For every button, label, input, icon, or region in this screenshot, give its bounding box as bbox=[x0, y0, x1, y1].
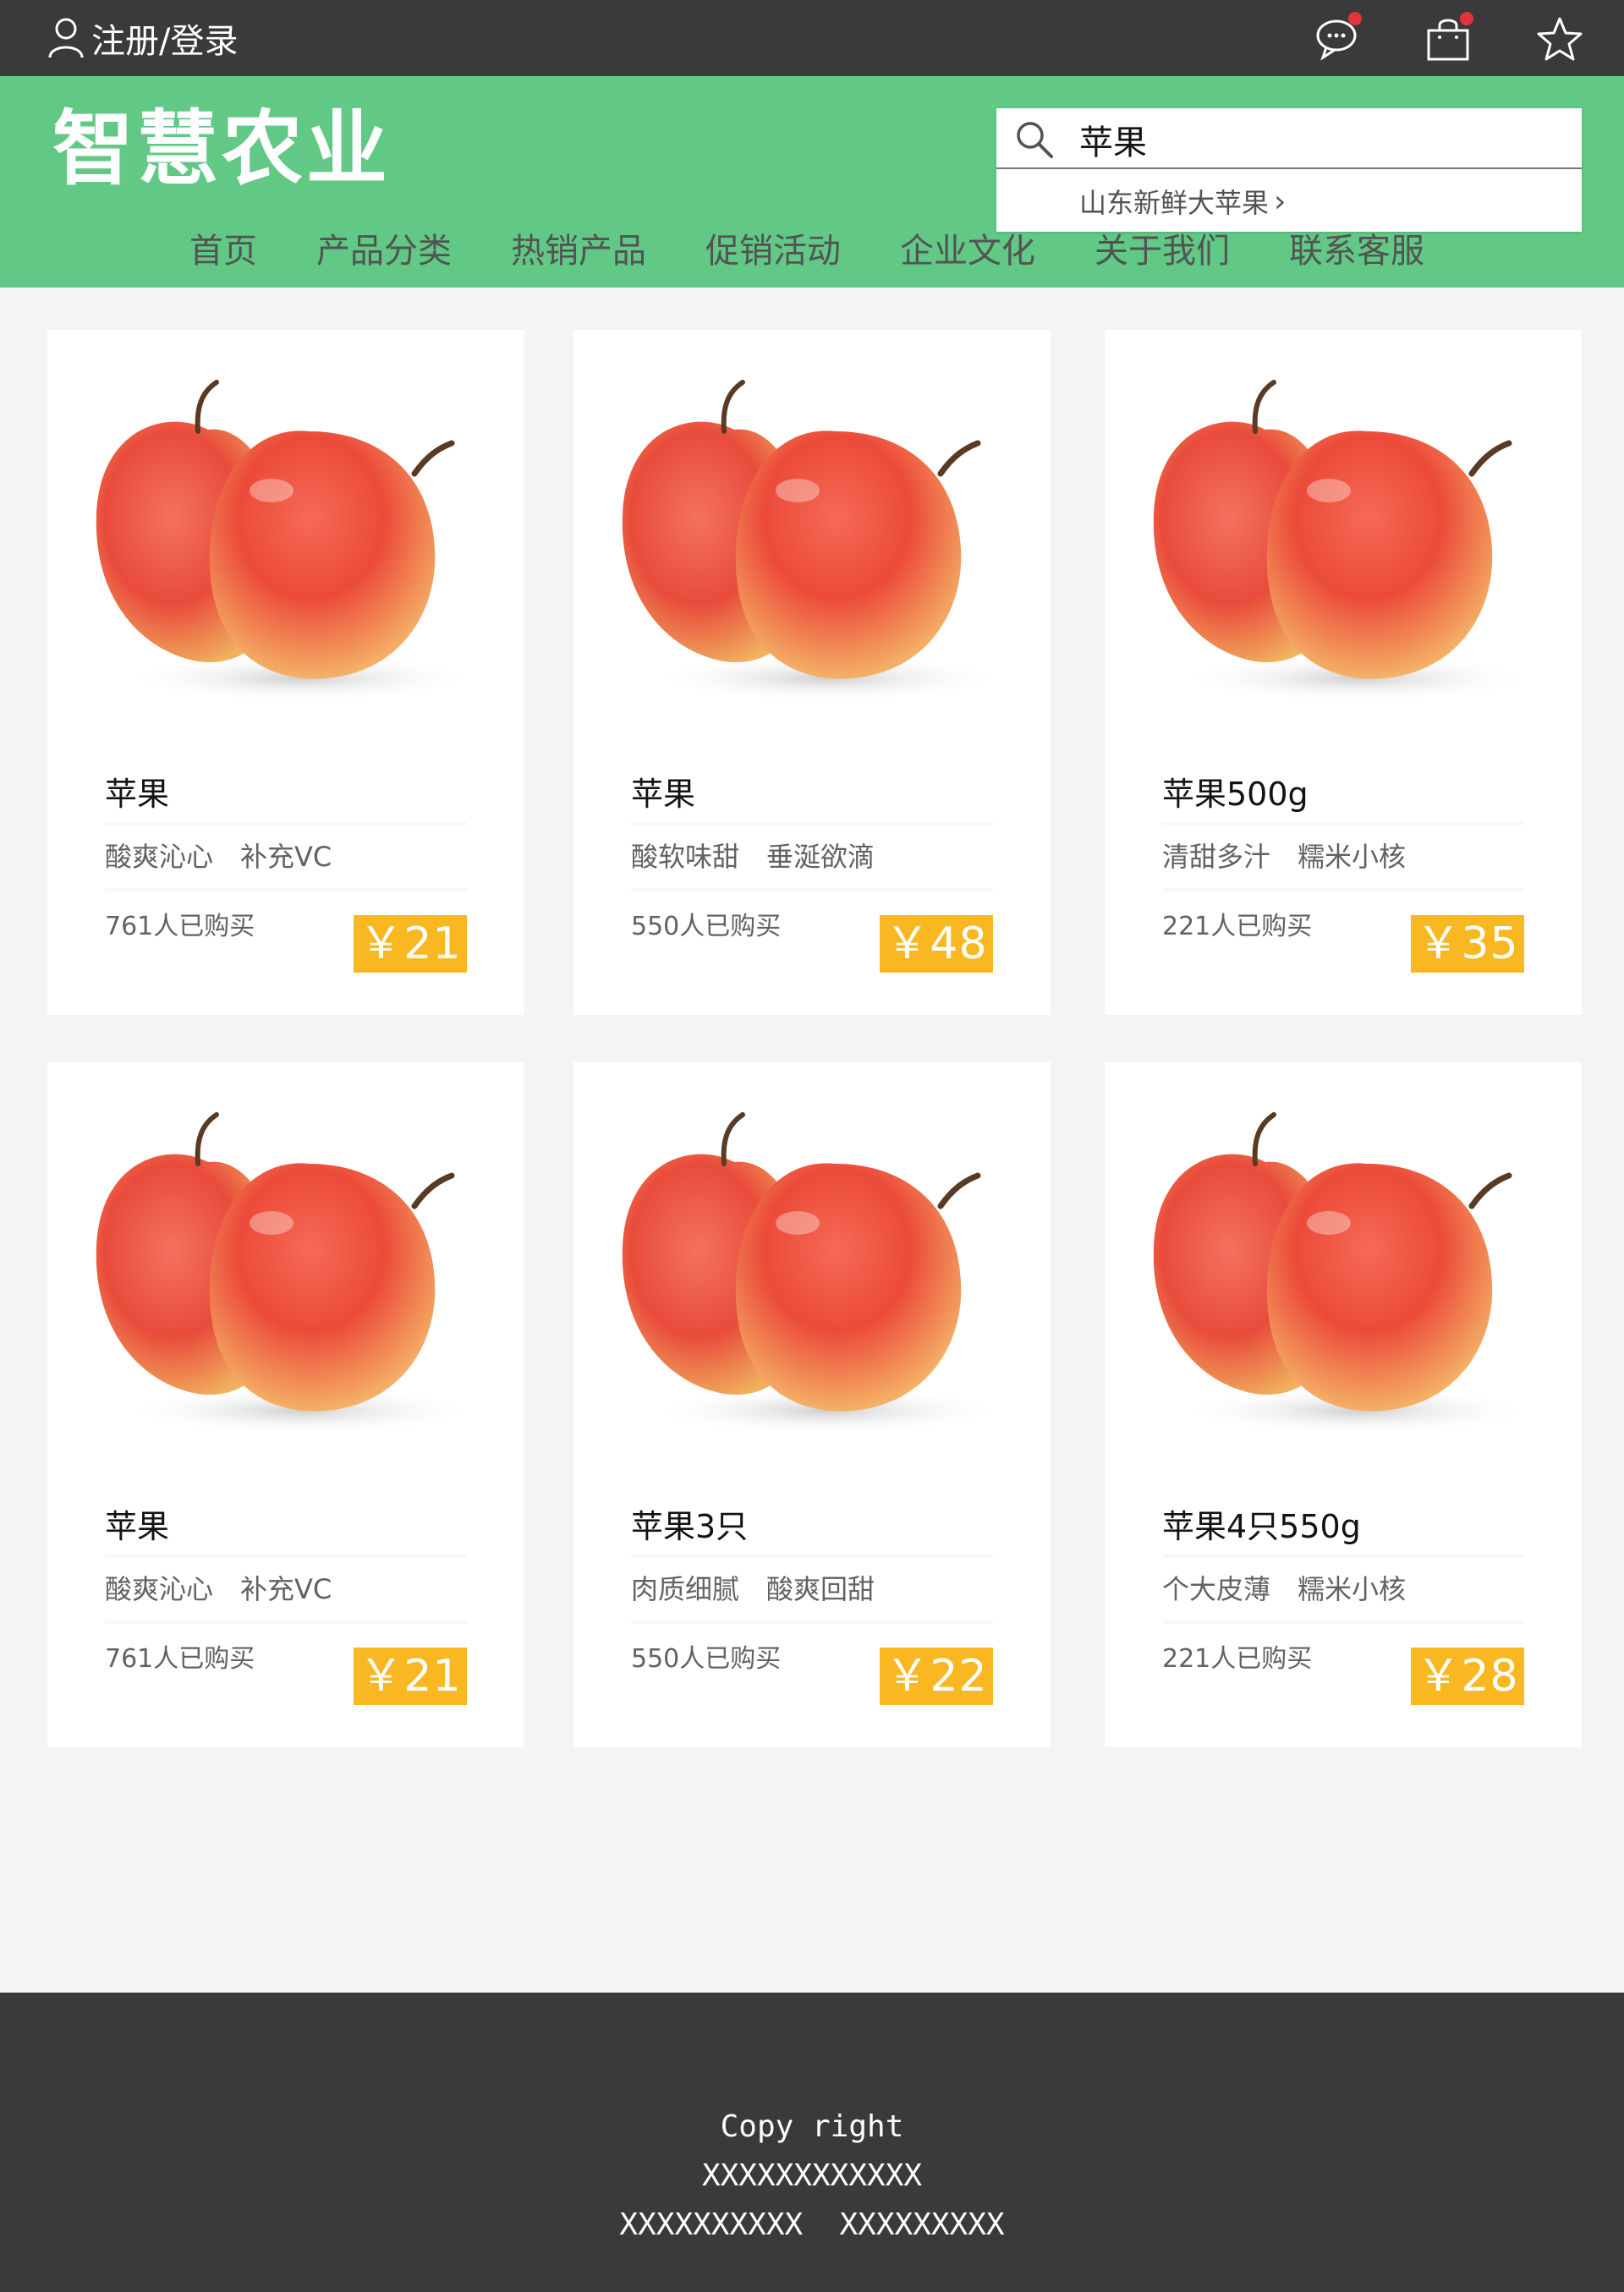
divider bbox=[1162, 822, 1524, 825]
product-card[interactable]: 苹果500g 清甜多汁 糯米小核 221人已购买 ￥35 bbox=[1105, 330, 1582, 1015]
divider bbox=[631, 1620, 993, 1624]
message-button[interactable] bbox=[1314, 12, 1362, 63]
divider bbox=[631, 888, 993, 891]
product-card[interactable]: 苹果 酸爽沁心 补充VC 761人已购买 ￥21 bbox=[47, 1062, 524, 1747]
nav-about-us[interactable]: 关于我们 bbox=[1095, 223, 1230, 272]
search-box: 山东新鲜大苹果 › bbox=[996, 108, 1582, 232]
site-footer: Copy right XXXXXXXXXXXX XXXXXXXXXX XXXXX… bbox=[0, 1993, 1624, 2292]
divider bbox=[631, 822, 993, 825]
product-description: 清甜多汁 糯米小核 bbox=[1162, 841, 1407, 873]
footer-line-3: XXXXXXXXXX XXXXXXXXX bbox=[619, 2207, 1005, 2242]
product-title[interactable]: 苹果 bbox=[105, 1500, 169, 1547]
apple-image-icon bbox=[622, 1112, 1005, 1434]
divider bbox=[105, 888, 467, 891]
cart-button[interactable] bbox=[1424, 12, 1473, 63]
product-image[interactable] bbox=[573, 1062, 1051, 1507]
product-title[interactable]: 苹果500g bbox=[1162, 768, 1309, 814]
price-tag[interactable]: ￥21 bbox=[354, 1648, 467, 1705]
divider bbox=[1162, 888, 1524, 891]
nav-product-categories[interactable]: 产品分类 bbox=[316, 223, 452, 272]
product-image[interactable] bbox=[1105, 330, 1582, 775]
product-card[interactable]: 苹果4只550g 个大皮薄 糯米小核 221人已购买 ￥28 bbox=[1105, 1062, 1582, 1747]
nav-promotions[interactable]: 促销活动 bbox=[705, 223, 841, 272]
main-nav: 首页 产品分类 热销产品 促销活动 企业文化 关于我们 联系客服 bbox=[189, 218, 1484, 277]
product-description: 酸爽沁心 补充VC bbox=[105, 841, 332, 873]
user-icon bbox=[48, 18, 84, 58]
price-tag[interactable]: ￥28 bbox=[1411, 1648, 1524, 1705]
search-icon[interactable] bbox=[1015, 120, 1054, 159]
purchase-count: 761人已购买 bbox=[105, 912, 255, 941]
apple-image-icon bbox=[1153, 1112, 1536, 1434]
favorites-button[interactable] bbox=[1536, 15, 1583, 63]
search-suggestion[interactable]: 山东新鲜大苹果 › bbox=[1079, 183, 1286, 220]
product-image[interactable] bbox=[47, 1062, 524, 1507]
product-card[interactable]: 苹果3只 肉质细腻 酸爽回甜 550人已购买 ￥22 bbox=[573, 1062, 1051, 1747]
divider bbox=[1162, 1620, 1524, 1624]
product-title[interactable]: 苹果 bbox=[631, 768, 695, 814]
product-image[interactable] bbox=[47, 330, 524, 775]
search-row bbox=[996, 108, 1582, 169]
footer-line-2: XXXXXXXXXXXX bbox=[701, 2158, 923, 2193]
nav-corporate-culture[interactable]: 企业文化 bbox=[900, 223, 1035, 272]
apple-image-icon bbox=[96, 380, 479, 702]
login-register-link[interactable]: 注册/登录 bbox=[47, 12, 238, 64]
footer-copyright: Copy right bbox=[720, 2109, 904, 2144]
star-icon bbox=[1537, 17, 1583, 61]
purchase-count: 221人已购买 bbox=[1162, 912, 1313, 941]
message-badge bbox=[1348, 12, 1362, 25]
product-description: 肉质细腻 酸爽回甜 bbox=[631, 1573, 875, 1605]
product-card[interactable]: 苹果 酸软味甜 垂涎欲滴 550人已购买 ￥48 bbox=[573, 330, 1051, 1015]
product-title[interactable]: 苹果4只550g bbox=[1162, 1500, 1361, 1547]
nav-customer-service[interactable]: 联系客服 bbox=[1289, 223, 1424, 272]
search-suggestion-text: 山东新鲜大苹果 bbox=[1079, 187, 1270, 219]
product-description: 酸软味甜 垂涎欲滴 bbox=[631, 841, 875, 873]
price-tag[interactable]: ￥48 bbox=[880, 915, 993, 973]
product-description: 个大皮薄 糯米小核 bbox=[1162, 1573, 1407, 1605]
apple-image-icon bbox=[1153, 380, 1536, 702]
price-tag[interactable]: ￥35 bbox=[1411, 915, 1524, 973]
top-bar: 注册/登录 bbox=[0, 0, 1624, 76]
login-register-label: 注册/登录 bbox=[91, 22, 239, 61]
purchase-count: 221人已购买 bbox=[1162, 1644, 1313, 1674]
price-tag[interactable]: ￥21 bbox=[354, 915, 467, 973]
product-title[interactable]: 苹果 bbox=[105, 768, 169, 814]
product-title[interactable]: 苹果3只 bbox=[631, 1500, 748, 1547]
search-input[interactable] bbox=[1078, 115, 1555, 164]
purchase-count: 761人已购买 bbox=[105, 1644, 255, 1674]
divider bbox=[1162, 1555, 1524, 1558]
product-card[interactable]: 苹果 酸爽沁心 补充VC 761人已购买 ￥21 bbox=[47, 330, 524, 1015]
nav-hot-products[interactable]: 热销产品 bbox=[511, 223, 646, 272]
product-image[interactable] bbox=[1105, 1062, 1582, 1507]
divider bbox=[105, 1555, 467, 1558]
cart-badge bbox=[1460, 12, 1473, 25]
site-logo[interactable]: 智慧农业 bbox=[52, 101, 391, 196]
apple-image-icon bbox=[96, 1112, 479, 1434]
divider bbox=[631, 1555, 993, 1558]
divider bbox=[105, 1620, 467, 1624]
purchase-count: 550人已购买 bbox=[631, 912, 782, 941]
product-image[interactable] bbox=[573, 330, 1051, 775]
apple-image-icon bbox=[622, 380, 1005, 702]
chevron-right-icon: › bbox=[1274, 184, 1287, 219]
price-tag[interactable]: ￥22 bbox=[880, 1648, 993, 1705]
site-header: 智慧农业 山东新鲜大苹果 › 首页 产品分类 热销产品 促销活动 企业文化 关于… bbox=[0, 76, 1624, 288]
divider bbox=[105, 822, 467, 825]
nav-home[interactable]: 首页 bbox=[189, 223, 257, 272]
product-description: 酸爽沁心 补充VC bbox=[105, 1573, 332, 1605]
purchase-count: 550人已购买 bbox=[631, 1644, 782, 1674]
